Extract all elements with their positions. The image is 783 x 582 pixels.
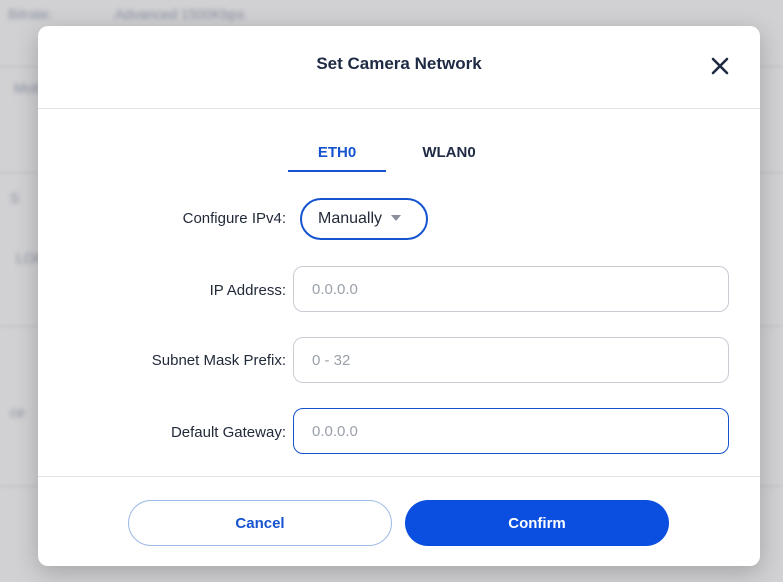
- header-divider: [38, 108, 760, 109]
- footer-divider: [38, 476, 760, 477]
- confirm-button[interactable]: Confirm: [405, 500, 669, 546]
- set-camera-network-dialog: Set Camera Network ETH0 WLAN0 Configure …: [38, 26, 760, 566]
- dialog-title: Set Camera Network: [316, 54, 482, 73]
- subnet-mask-prefix-label: Subnet Mask Prefix:: [151, 352, 286, 369]
- configure-ipv4-select[interactable]: Manually: [300, 198, 428, 240]
- ip-address-input[interactable]: [293, 266, 729, 312]
- ip-address-label: IP Address:: [209, 282, 286, 299]
- subnet-mask-prefix-input[interactable]: [293, 337, 729, 383]
- cancel-button[interactable]: Cancel: [128, 500, 392, 546]
- close-icon: [711, 57, 729, 75]
- default-gateway-label: Default Gateway:: [170, 424, 286, 441]
- tab-eth0[interactable]: ETH0: [288, 144, 386, 161]
- configure-ipv4-label: Configure IPv4:: [182, 210, 286, 227]
- default-gateway-input[interactable]: [293, 408, 729, 454]
- configure-ipv4-value: Manually: [318, 210, 383, 227]
- tab-wlan0[interactable]: WLAN0: [400, 144, 498, 161]
- active-tab-indicator: [288, 170, 386, 172]
- close-button[interactable]: [706, 52, 734, 80]
- caret-down-icon: [391, 214, 402, 221]
